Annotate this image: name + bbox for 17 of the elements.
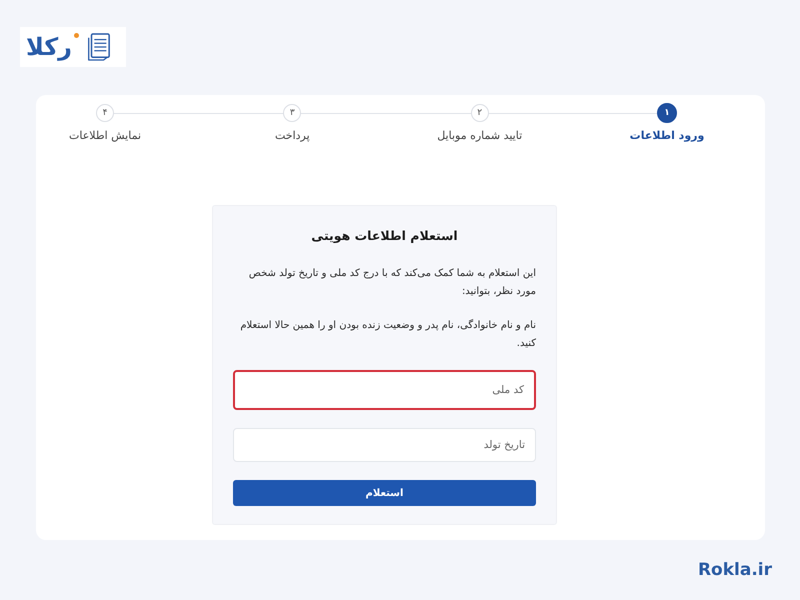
step-number: ۴ bbox=[96, 104, 114, 122]
step-label: نمایش اطلاعات bbox=[69, 129, 142, 143]
dot-icon bbox=[74, 33, 79, 38]
description-text: این استعلام به شما کمک می‌کند که با درج کد ملی و تاریخ تولد شخص مورد نظر، بتوانید: bbox=[248, 267, 536, 299]
step-label: ورود اطلاعات bbox=[630, 129, 704, 143]
step-number: ۲ bbox=[470, 104, 489, 122]
logo-text: رکلا bbox=[26, 33, 72, 61]
step-label: تایید شماره موبایل bbox=[437, 129, 522, 143]
step-number: ۱ bbox=[657, 103, 677, 123]
step-label: پرداخت bbox=[275, 129, 310, 143]
document-icon bbox=[85, 32, 111, 62]
input-field[interactable]: کد ملی bbox=[233, 370, 536, 410]
form-title: استعلام اطلاعات هویتی bbox=[310, 227, 459, 245]
step-number: ۳ bbox=[283, 104, 302, 122]
site-url: Rokla.ir bbox=[698, 559, 772, 581]
description-text: نام و نام خانوادگی، نام پدر و وضعیت زنده بودن او را همین حالا استعلام کنید. bbox=[239, 318, 536, 351]
submit-button[interactable]: استعلام bbox=[233, 480, 536, 506]
